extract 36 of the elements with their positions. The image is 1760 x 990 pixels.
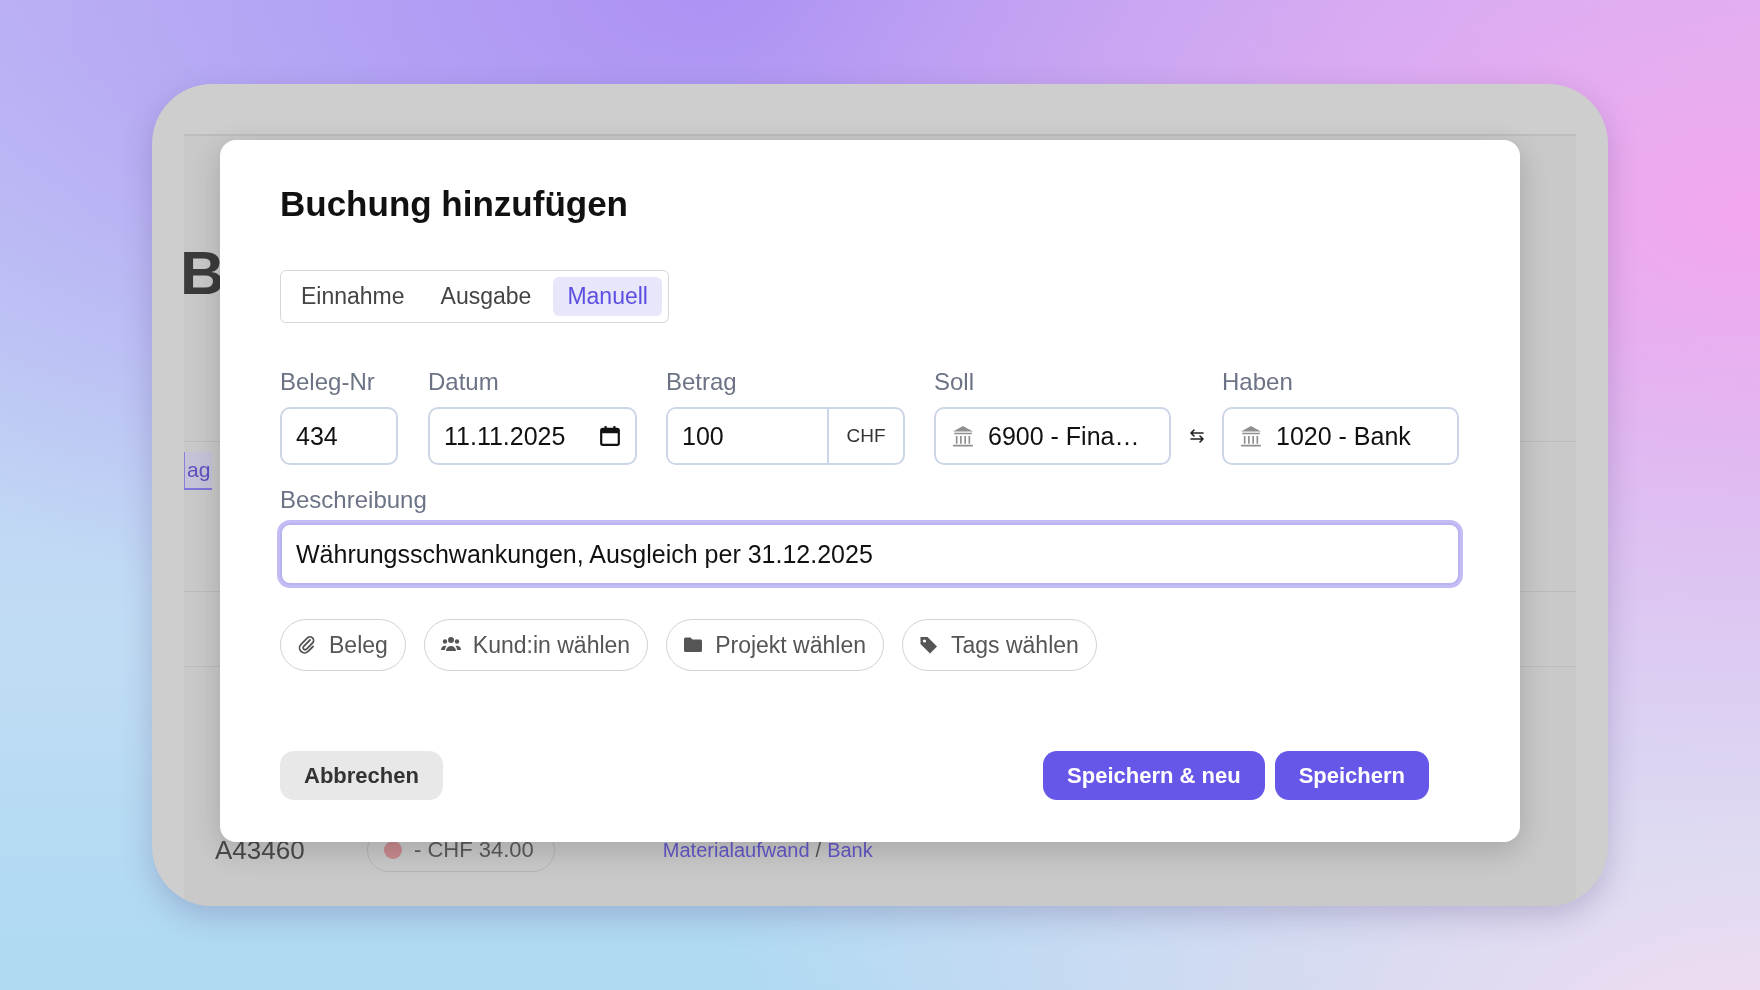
account-value: 1020 - Bank [1276,421,1411,451]
amount-text: - CHF 34.00 [414,837,534,863]
dialog-title: Buchung hinzufügen [280,183,629,225]
calendar-icon [599,425,621,447]
field-label: Beleg-Nr [280,367,376,397]
description-field[interactable]: Währungsschwankungen, Ausgleich per 31.12.2025 [280,523,1460,585]
account-select[interactable]: 1020 - Bank [1222,407,1459,465]
bank-icon [952,425,974,447]
cancel-button[interactable]: Abbrechen [280,751,443,800]
save-button[interactable]: Speichern & neu [1043,751,1265,800]
attachment-button[interactable]: Kund:in wählen [423,619,649,671]
save-button[interactable]: Speichern [1274,751,1429,800]
number-field[interactable]: 434 [280,407,398,465]
bank-icon [1240,425,1262,447]
attachment-button[interactable]: Projekt wählen [666,619,884,671]
field-label: Betrag [666,367,738,397]
date-field[interactable]: 11.11.2025 [428,407,637,465]
tag-icon [919,635,939,655]
mode-tab[interactable]: Manuell [553,277,662,316]
attachment-button[interactable]: Beleg [280,619,406,671]
mode-tab[interactable]: Einnahme [287,277,419,316]
account-value: 6900 - Fina… [988,421,1140,451]
field-label: Datum [428,367,500,397]
folder-icon [683,635,704,655]
account-select[interactable]: 6900 - Fina… [934,407,1171,465]
separator-text: / [815,838,822,862]
field-label: Soll [934,367,976,397]
swap-icon [1187,427,1206,445]
field-label: Haben [1222,367,1294,397]
field-label: Beschreibung [280,485,428,515]
page-tab[interactable]: ag [184,452,213,490]
mode-tab[interactable]: Ausgabe [426,277,546,316]
entry-number: A43460 [215,834,306,866]
paperclip-icon [297,635,317,655]
page-heading: B [184,242,225,304]
attachment-button[interactable]: Tags wählen [902,619,1097,671]
